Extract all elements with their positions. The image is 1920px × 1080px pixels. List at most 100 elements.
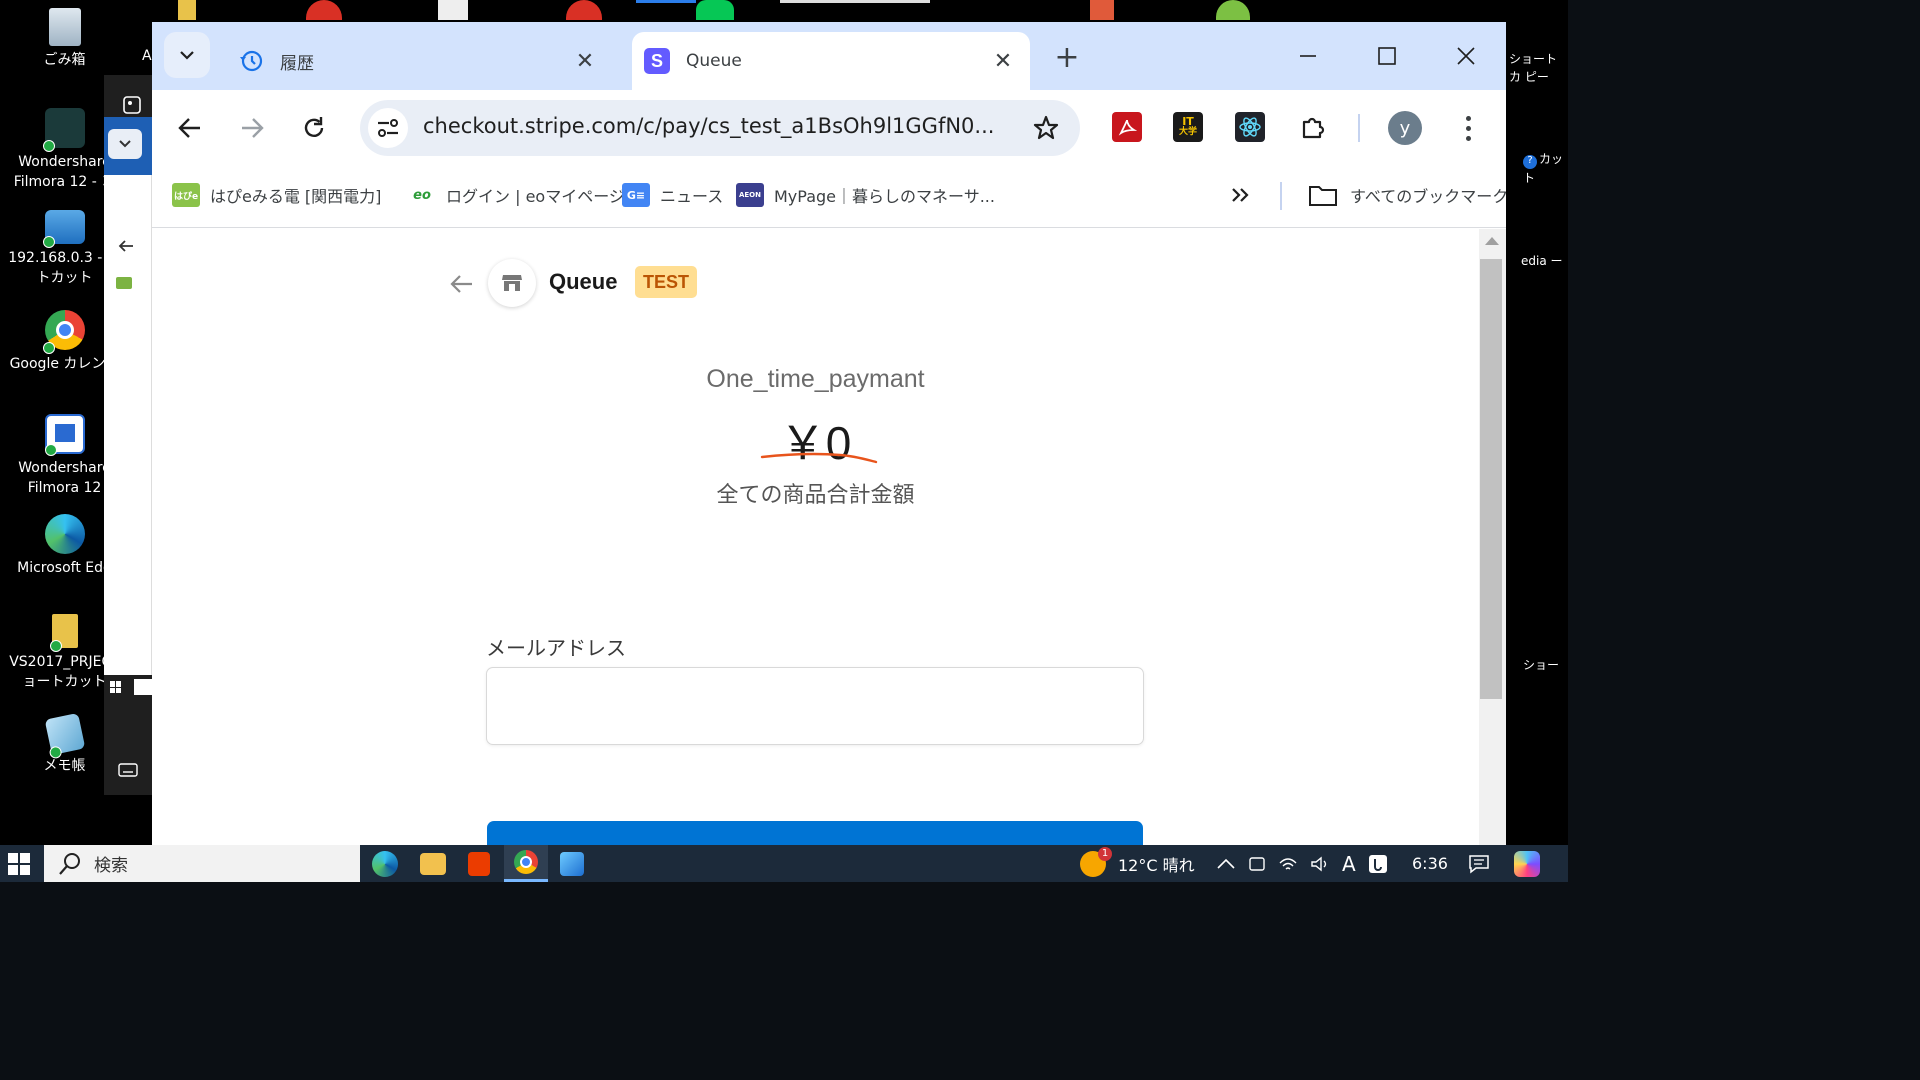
arrow-left-icon[interactable] (450, 272, 474, 296)
bookmarks-overflow-button[interactable] (1230, 180, 1252, 210)
search-icon (59, 852, 80, 875)
ime-indicator[interactable]: A (1342, 852, 1356, 876)
bookmark-news[interactable]: G≡ ニュース (622, 180, 723, 210)
bookmark-label: すべてのブックマーク (1350, 187, 1506, 206)
search-fragment (134, 679, 152, 695)
site-info-button[interactable] (368, 108, 408, 148)
bookmark-star-icon[interactable] (1032, 114, 1060, 142)
close-tab-icon[interactable]: ✕ (988, 46, 1018, 76)
pay-button[interactable] (487, 821, 1143, 845)
url-text[interactable]: checkout.stripe.com/c/pay/cs_test_a1BsOh… (423, 114, 1013, 138)
meet-now-icon[interactable] (1248, 855, 1266, 873)
minimize-button[interactable] (1288, 36, 1328, 76)
folder-fragment (178, 0, 196, 20)
bookmark-label: はぴeみる電 [関西電力] (210, 187, 382, 206)
puzzle-icon[interactable] (1298, 112, 1328, 142)
right-label: ショートカ ピー (1509, 52, 1558, 84)
close-tab-icon[interactable]: ✕ (570, 46, 600, 76)
folder-icon (1309, 186, 1337, 206)
app-tray-icon[interactable] (1368, 854, 1388, 874)
sync-check-icon (42, 236, 55, 248)
edge-icon (44, 514, 85, 554)
new-tab-button[interactable]: + (1050, 40, 1084, 75)
keyboard-icon[interactable] (118, 763, 138, 777)
copilot-icon[interactable] (1514, 851, 1540, 877)
background-window (104, 75, 152, 795)
tab-history[interactable]: 履歴 ✕ (226, 32, 612, 90)
weather-badge: 1 (1098, 846, 1112, 861)
arrow-left-icon[interactable] (118, 239, 134, 253)
right-label: ショー (1523, 658, 1560, 672)
notification-icon[interactable] (1468, 854, 1490, 874)
desktop-icon-recycle-bin[interactable]: ごみ箱 (2, 8, 127, 70)
tab-title: 履歴 (280, 53, 314, 74)
bookmark-hapie[interactable]: はぴe はぴeみる電 [関西電力] (172, 180, 381, 210)
notepad-icon (44, 712, 85, 760)
windows-taskbar: 検索 1 12°C 晴れ A 6:36 (0, 845, 1568, 882)
chevron-up-icon[interactable] (1216, 857, 1236, 871)
stripe-icon: S (644, 48, 670, 74)
acrobat-icon[interactable] (1112, 112, 1142, 142)
background-window-bottom (104, 675, 152, 795)
bookmark-eo[interactable]: eo ログイン | eoマイページ (408, 180, 625, 210)
chrome-taskbar-active[interactable] (504, 845, 548, 882)
start-button[interactable] (8, 853, 30, 875)
tab-search-button[interactable] (164, 32, 210, 78)
image-icon (123, 96, 141, 114)
all-bookmarks-folder[interactable]: すべてのブックマーク (1308, 180, 1506, 210)
bookmark-label: MyPage｜暮らしのマネーサ... (774, 187, 995, 206)
wifi-icon[interactable] (1278, 855, 1298, 873)
office-icon[interactable] (468, 852, 490, 876)
react-devtools-icon[interactable] (1235, 112, 1265, 142)
maximize-button[interactable] (1367, 36, 1407, 76)
partial-icon-label: A (142, 48, 152, 64)
chrome-window: 履歴 ✕ S Queue ✕ + checkout.stripe.com/c/p… (152, 22, 1506, 845)
bookmark-favicon (116, 277, 132, 289)
reload-button[interactable] (296, 110, 332, 146)
bookmarks-divider (1280, 182, 1282, 210)
volume-icon[interactable] (1310, 855, 1330, 873)
address-bar[interactable]: checkout.stripe.com/c/pay/cs_test_a1BsOh… (360, 100, 1080, 156)
chevron-down-icon[interactable] (108, 129, 142, 159)
chrome-icon (514, 850, 538, 874)
bookmark-mypage[interactable]: AEON MyPage｜暮らしのマネーサ... (736, 180, 995, 210)
it-daigaku-icon[interactable]: IT 大学 (1173, 112, 1203, 142)
arrow-left-icon (178, 118, 200, 138)
tab-queue[interactable]: S Queue ✕ (632, 32, 1030, 90)
profile-avatar[interactable]: y (1388, 111, 1422, 145)
taskbar-search[interactable]: 検索 (44, 845, 360, 882)
scroll-up-icon[interactable] (1485, 237, 1499, 245)
chrome-fragment (306, 0, 342, 20)
browser-toolbar: checkout.stripe.com/c/pay/cs_test_a1BsOh… (152, 90, 1506, 166)
photos-icon[interactable] (560, 852, 584, 876)
background-window-band (104, 117, 152, 175)
google-news-favicon: G≡ (622, 183, 650, 207)
forward-button[interactable] (234, 110, 270, 146)
system-tray: A (1216, 845, 1388, 882)
product-name: One_time_paymant (706, 365, 925, 393)
test-mode-badge: TEST (635, 266, 698, 298)
close-window-button[interactable] (1446, 36, 1486, 76)
file-explorer-icon[interactable] (420, 853, 446, 875)
page-scrollbar[interactable] (1479, 229, 1506, 845)
back-button[interactable] (172, 110, 208, 146)
right-desktop-strip: ショートカ ピー ? カット edia ー ショー (1507, 0, 1568, 845)
edge-taskbar-icon[interactable] (372, 851, 398, 877)
eo-favicon: eo (413, 187, 431, 203)
aeon-card-favicon: AEON (736, 183, 764, 207)
bookmark-label: ログイン | eoマイページ (446, 187, 625, 206)
handwritten-underline (760, 452, 878, 464)
weather-widget[interactable]: 1 12°C 晴れ (1080, 845, 1195, 882)
bookmark-label: ニュース (660, 187, 724, 206)
chrome-fragment-2 (566, 0, 602, 20)
clock[interactable]: 6:36 (1412, 845, 1448, 882)
weather-sun-icon: 1 (1080, 846, 1112, 877)
arrow-right-icon (242, 118, 264, 138)
scrollbar-thumb[interactable] (1480, 259, 1502, 699)
more-menu-icon[interactable] (1452, 112, 1484, 144)
folder-icon (49, 614, 78, 652)
email-field[interactable] (486, 667, 1144, 745)
line-fragment (696, 0, 734, 20)
window-fragment (438, 0, 468, 20)
background-window-header (104, 75, 152, 117)
